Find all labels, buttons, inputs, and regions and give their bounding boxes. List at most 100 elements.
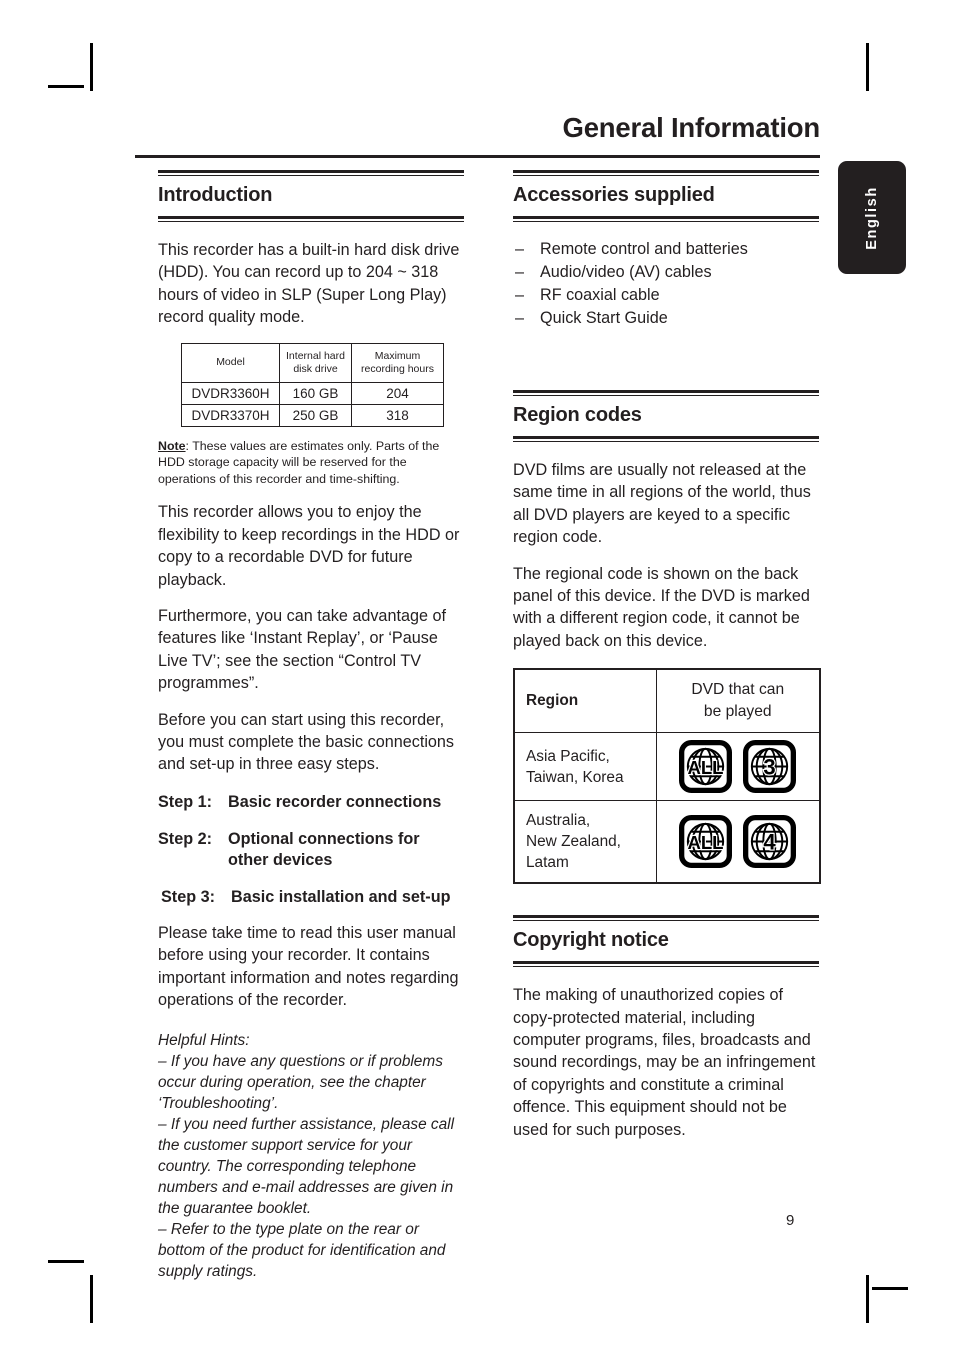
hdr-line-1: Maximum [374,349,421,362]
region-paragraph-1: DVD films are usually not released at th… [513,461,811,547]
cell-model-0: DVDR3360H [181,381,280,405]
region-table-header-region: Region [513,668,657,734]
region-number: 3 [764,755,776,780]
crop-mark-top-left-horizontal [48,85,84,88]
note-label: Note [158,438,186,453]
section-introduction: Introduction This recorder has a built-i… [158,170,464,1282]
section-rule-bottom [513,961,819,968]
intro-paragraph-3: Furthermore, you can take advantage of f… [158,607,446,693]
hdr-line-1: DVD that can [691,681,785,699]
hdr-line-1: Internal hard [286,349,345,362]
accessory-label: RF coaxial cable [540,286,660,304]
cell-capacity-0: 160 GB [279,381,352,405]
accessory-label: Remote control and batteries [540,240,748,258]
table-row: Australia, New Zealand, Latam ALL 4 [513,800,821,884]
region-name-line-3: Latam [526,854,569,872]
hdr-line-2: recording hours [361,362,434,375]
list-item: – Audio/video (AV) cables [513,261,819,284]
dvd-region-3-globe-icon: 3 [743,740,797,794]
region-number: 4 [764,830,777,855]
helpful-hints-title: Helpful Hints: [158,1031,250,1049]
helpful-hints: Helpful Hints: – If you have any questio… [158,1030,464,1282]
region-table-header-dvd: DVD that can be played [655,668,821,734]
list-item: – Quick Start Guide [513,307,819,330]
copyright-paragraph-1: The making of unauthorized copies of cop… [513,986,816,1139]
hdd-spec-table-wrapper: Model Internal hard disk drive Maximum rec… [158,342,464,427]
section-heading-region-codes: Region codes [513,404,642,426]
section-accessories-supplied: Accessories supplied – Remote control and… [513,170,819,330]
region-name-0: Asia Pacific, Taiwan, Korea [513,732,657,802]
language-tab: English [838,161,906,274]
crop-mark-bottom-right-vertical [866,1275,869,1323]
cell-hours-0: 204 [351,381,444,405]
intro-paragraph-1: This recorder has a built-in hard disk d… [158,241,460,327]
region-paragraph-2: The regional code is shown on the back p… [513,564,810,650]
table-header-internal-hard-disk-drive: Internal hard disk drive [279,342,352,383]
step-1: Step 1: Basic recorder connections [158,792,464,813]
note-text: : These values are estimates only. Parts… [158,438,440,486]
helpful-hint-1: – If you have any questions or if proble… [158,1052,443,1112]
svg-text:ALL: ALL [688,757,724,778]
dash-bullet-icon: – [515,309,525,327]
region-table-wrapper: Region DVD that can be played Asia Pacifi… [513,668,821,885]
language-tab-label: English [864,185,880,250]
region-name-line-2: New Zealand, [526,833,621,851]
crop-mark-bottom-right-horizontal [872,1287,908,1290]
intro-paragraph-2: This recorder allows you to enjoy the fl… [158,503,460,589]
intro-paragraph-5: Please take time to read this user manua… [158,923,459,1010]
region-icons-0: ALL 3 [655,732,821,802]
hdr-line-2: disk drive [293,362,338,375]
list-item: – Remote control and batteries [513,238,819,261]
icon-pair: ALL [661,740,816,794]
svg-text:ALL: ALL [688,832,724,853]
crop-mark-bottom-left-vertical [90,1275,93,1323]
hdd-spec-table: Model Internal hard disk drive Maximum rec… [181,342,444,427]
dash-bullet-icon: – [515,286,525,304]
dvd-region-all-globe-icon: ALL [679,740,733,794]
table-header-row: Region DVD that can be played [513,668,821,734]
table-row: DVDR3370H 250 GB 318 [181,403,444,427]
step-2: Step 2: Optional connections for other d… [158,829,464,871]
region-name-line-1: Australia, [526,812,591,830]
cell-capacity-1: 250 GB [279,403,352,427]
intro-paragraph-4: Before you can start using this recorder… [158,710,455,774]
accessory-label: Audio/video (AV) cables [540,263,712,281]
section-heading-introduction: Introduction [158,184,273,206]
right-column: Accessories supplied – Remote control and… [513,170,821,1141]
section-rule-bottom [158,216,464,222]
hdd-table-note: Note: These values are estimates only. P… [158,438,464,488]
region-name-1: Australia, New Zealand, Latam [513,800,657,884]
region-name-line-2: Taiwan, Korea [526,768,624,786]
accessories-list: – Remote control and batteries – Audio/vid… [513,238,819,330]
icon-pair: ALL [661,815,816,869]
step-1-label: Step 1: [158,792,212,811]
crop-mark-top-left-vertical [90,43,93,91]
step-2-label: Step 2: [158,829,212,848]
region-name-line-1: Asia Pacific, [526,747,610,765]
step-2-text: Optional connections for other devices [228,829,420,869]
step-3-text: Basic installation and set-up [231,887,451,906]
section-heading-copyright: Copyright notice [513,929,669,952]
section-rule-bottom [513,436,819,442]
page-number: 9 [786,1212,795,1229]
table-header-row: Model Internal hard disk drive Maximum rec… [181,342,444,383]
helpful-hint-2: – If you need further assistance, please… [158,1115,455,1217]
section-rule-bottom [513,216,819,222]
step-3-label: Step 3: [161,887,215,906]
list-item: – RF coaxial cable [513,284,819,307]
hdr-line-2: be played [703,703,772,721]
step-3: Step 3: Basic installation and set-up [158,887,464,908]
dash-bullet-icon: – [515,263,525,281]
helpful-hint-3: – Refer to the type plate on the rear or… [158,1220,446,1280]
dvd-region-all-globe-icon: ALL [679,815,733,869]
crop-mark-top-right-vertical [866,43,869,91]
region-icons-1: ALL 4 [655,800,821,884]
page-title: General Information [562,112,821,143]
region-codes-table: Region DVD that can be played Asia Pacifi… [513,668,821,885]
crop-mark-bottom-left-horizontal [48,1260,84,1263]
table-row: DVDR3360H 160 GB 204 [181,381,444,405]
header-divider [135,155,820,158]
accessory-label: Quick Start Guide [540,309,668,327]
section-region-codes: Region codes DVD films are usually not r… [513,390,821,885]
cell-hours-1: 318 [351,403,444,427]
